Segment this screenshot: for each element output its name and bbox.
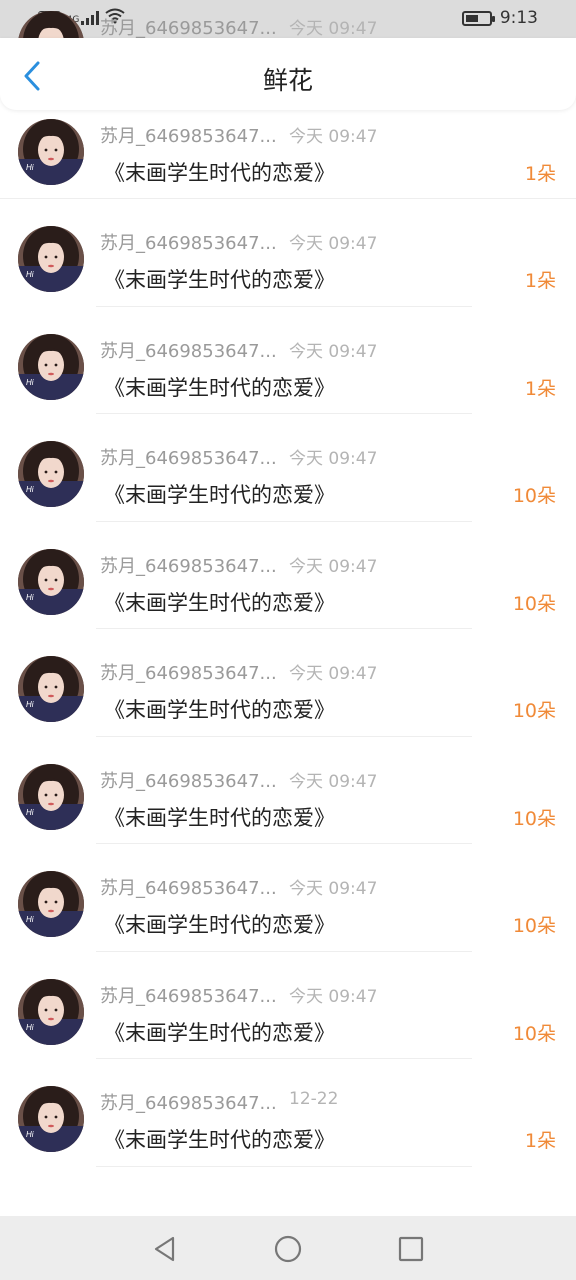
sender-name: 苏月_6469853647... [100,985,277,1007]
sent-time: 今天 09:47 [289,986,378,1007]
gift-list[interactable]: Hi 苏月_6469853647... 今天 09:47 《末画学生时代的恋爱》… [0,0,576,1167]
svg-text:Hi: Hi [26,1130,34,1139]
svg-text:Hi: Hi [26,808,34,817]
sender-name: 苏月_6469853647... [100,1093,277,1114]
avatar[interactable]: Hi [18,978,84,1045]
avatar[interactable]: Hi [18,333,84,400]
nav-home-button[interactable] [273,1234,303,1264]
svg-text:Hi: Hi [26,270,34,279]
svg-text:Hi: Hi [26,915,34,924]
sent-time: 今天 09:47 [289,771,378,792]
list-item[interactable]: Hi 苏月_6469853647... 今天 09:47 《末画学生时代的恋爱》… [0,942,576,1059]
avatar[interactable]: Hi [18,548,84,615]
svg-text:Hi: Hi [26,1023,34,1032]
sender-name: 苏月_6469853647... [100,125,277,147]
svg-text:Hi: Hi [26,163,34,172]
book-title: 《末画学生时代的恋爱》 [104,268,335,292]
svg-text:Hi: Hi [26,378,34,387]
app-header: 鲜花 [0,38,576,110]
sender-name: 苏月_6469853647... [100,878,277,899]
svg-text:Hi: Hi [26,485,34,494]
home-circle-icon [274,1235,302,1263]
book-title: 《末画学生时代的恋爱》 [104,698,335,722]
list-item[interactable]: Hi 苏月_6469853647... 12-22 《末画学生时代的恋爱》 1朵 [0,1049,576,1167]
list-item[interactable]: Hi 苏月_6469853647... 今天 09:47 《末画学生时代的恋爱》… [0,297,576,414]
book-title: 《末画学生时代的恋爱》 [104,483,335,507]
list-item[interactable]: Hi 苏月_6469853647... 今天 09:47 《末画学生时代的恋爱》… [0,619,576,737]
recents-square-icon [398,1236,424,1262]
sent-time: 今天 09:47 [289,556,378,577]
sender-name: 苏月_6469853647... [100,340,277,362]
sender-name: 苏月_6469853647... [100,233,277,254]
avatar[interactable]: Hi [18,226,84,292]
list-item[interactable]: Hi 苏月_6469853647... 今天 09:47 《末画学生时代的恋爱》… [0,834,576,952]
svg-text:Hi: Hi [26,700,34,709]
sent-time: 今天 09:47 [289,341,378,362]
book-title: 《末画学生时代的恋爱》 [104,590,335,615]
nav-recents-button[interactable] [396,1234,426,1264]
svg-text:Hi: Hi [26,593,34,602]
sender-name: 苏月_6469853647... [100,555,277,577]
divider [96,1165,472,1167]
avatar[interactable]: Hi [18,118,84,185]
sender-name: 苏月_6469853647... [100,663,277,684]
flower-count: 10朵 [512,700,556,722]
flower-count: 10朵 [512,1022,556,1045]
avatar[interactable]: Hi [18,441,84,507]
sender-name: 苏月_6469853647... [100,18,277,39]
nav-back-button[interactable] [150,1234,180,1264]
book-title: 《末画学生时代的恋爱》 [104,1020,335,1045]
sender-name: 苏月_6469853647... [100,770,277,792]
flower-count: 10朵 [512,807,556,830]
list-item[interactable]: Hi 苏月_6469853647... 今天 09:47 《末画学生时代的恋爱》… [0,404,576,522]
sent-time: 今天 09:47 [289,126,378,147]
book-title: 《末画学生时代的恋爱》 [104,375,335,400]
flower-count: 10朵 [512,485,556,507]
avatar[interactable]: Hi [18,1086,84,1152]
flower-count: 1朵 [524,162,556,185]
book-title: 《末画学生时代的恋爱》 [104,1128,335,1152]
avatar[interactable]: Hi [18,763,84,830]
flower-count: 10朵 [512,592,556,615]
sent-time: 今天 09:47 [289,664,378,684]
avatar[interactable]: Hi [18,656,84,722]
sent-time: 今天 09:47 [289,879,378,899]
back-triangle-icon [154,1236,175,1262]
book-title: 《末画学生时代的恋爱》 [104,160,335,185]
flower-count: 1朵 [524,270,556,292]
flower-count: 10朵 [512,915,556,937]
flower-count: 1朵 [524,1130,556,1152]
system-nav-bar [0,1216,576,1280]
list-item[interactable]: Hi 苏月_6469853647... 今天 09:47 《末画学生时代的恋爱》… [0,512,576,629]
book-title: 《末画学生时代的恋爱》 [104,805,335,830]
flower-count: 1朵 [524,377,556,400]
list-item[interactable]: Hi 苏月_6469853647... 今天 09:47 《末画学生时代的恋爱》… [0,727,576,844]
list-item[interactable]: Hi 苏月_6469853647... 今天 09:47 《末画学生时代的恋爱》… [0,189,576,307]
sent-time: 今天 09:47 [289,449,378,469]
sent-time: 12-22 [289,1089,339,1109]
book-title: 《末画学生时代的恋爱》 [104,913,335,937]
sender-name: 苏月_6469853647... [100,448,277,469]
page-title: 鲜花 [262,66,313,95]
avatar[interactable]: Hi [18,871,84,937]
sent-time: 今天 09:47 [289,19,378,39]
sent-time: 今天 09:47 [289,234,378,254]
